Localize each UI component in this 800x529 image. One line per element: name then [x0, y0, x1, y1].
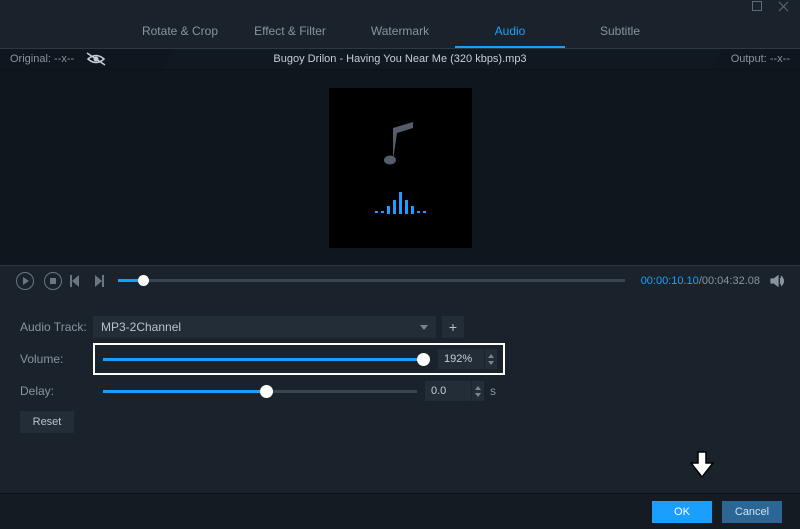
cancel-button[interactable]: Cancel — [722, 501, 782, 523]
audio-track-select[interactable]: MP3-2Channel — [93, 316, 436, 338]
tab-subtitle[interactable]: Subtitle — [565, 14, 675, 48]
album-art-placeholder — [329, 88, 472, 248]
play-button[interactable] — [16, 272, 34, 290]
arrow-annotation-icon — [690, 451, 714, 479]
volume-highlight: 192% — [93, 343, 505, 375]
add-track-button[interactable]: + — [442, 316, 464, 338]
volume-label: Volume: — [20, 352, 93, 366]
tab-rotate-crop[interactable]: Rotate & Crop — [125, 14, 235, 48]
music-note-icon — [383, 122, 417, 166]
tabs: Rotate & Crop Effect & Filter Watermark … — [0, 14, 800, 48]
tab-watermark[interactable]: Watermark — [345, 14, 455, 48]
ok-button[interactable]: OK — [652, 501, 712, 523]
close-button[interactable] — [778, 1, 790, 13]
delay-slider[interactable] — [103, 390, 417, 393]
volume-slider[interactable] — [103, 358, 430, 361]
preview-area — [0, 70, 800, 265]
time-display: 00:00:10.10/00:04:32.08 — [641, 275, 760, 287]
audio-track-label: Audio Track: — [20, 320, 93, 334]
chevron-down-icon — [420, 325, 428, 330]
file-title: Bugoy Drilon - Having You Near Me (320 k… — [0, 53, 800, 65]
delay-unit: s — [490, 384, 496, 398]
reset-button[interactable]: Reset — [20, 411, 74, 433]
seek-slider[interactable] — [118, 279, 625, 282]
tab-audio[interactable]: Audio — [455, 14, 565, 48]
equalizer-icon — [375, 184, 426, 214]
output-label: Output: --x-- — [731, 53, 790, 65]
tab-effect-filter[interactable]: Effect & Filter — [235, 14, 345, 48]
volume-stepper[interactable] — [485, 349, 497, 369]
delay-stepper[interactable] — [472, 381, 484, 401]
footer: OK Cancel — [0, 493, 800, 529]
prev-button[interactable] — [72, 275, 82, 287]
delay-label: Delay: — [20, 384, 93, 398]
volume-value[interactable]: 192% — [438, 349, 484, 369]
playback-controls: 00:00:10.10/00:04:32.08 — [0, 265, 800, 295]
maximize-button[interactable] — [752, 1, 764, 13]
file-header: Original: --x-- Bugoy Drilon - Having Yo… — [0, 48, 800, 70]
stop-button[interactable] — [44, 272, 62, 290]
speaker-icon[interactable] — [770, 274, 784, 288]
delay-value[interactable]: 0.0 — [425, 381, 471, 401]
next-button[interactable] — [92, 275, 102, 287]
